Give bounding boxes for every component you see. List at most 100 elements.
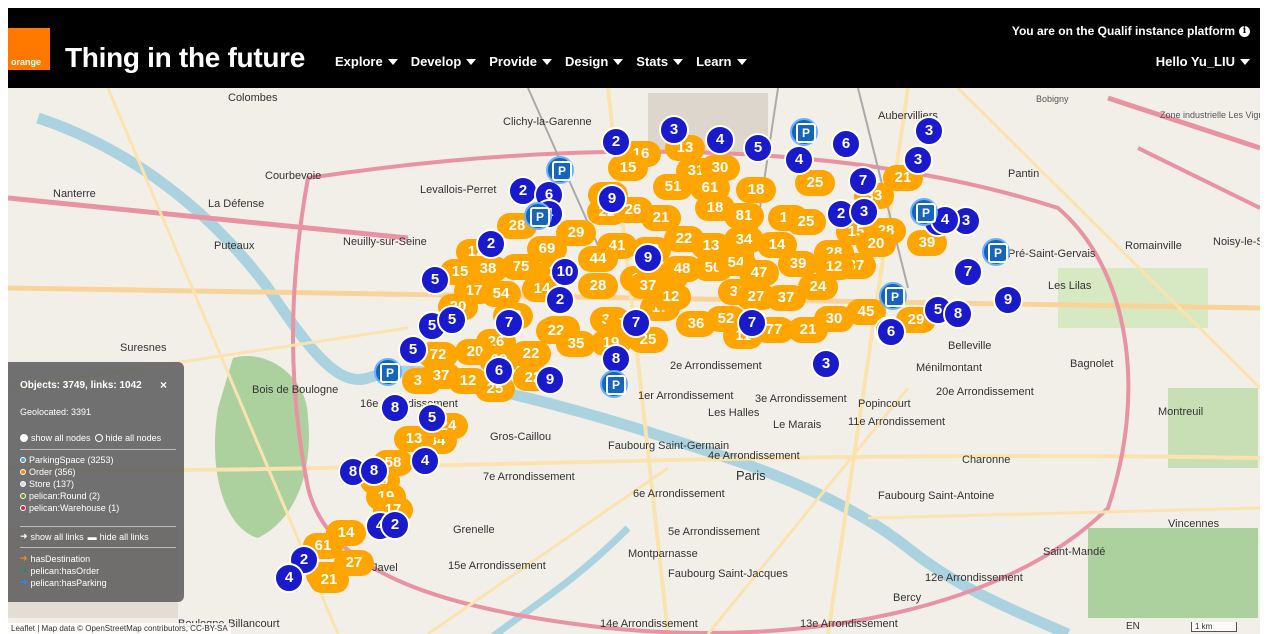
parking-cluster-marker[interactable]: 5 [417, 403, 447, 433]
caret-down-icon [541, 58, 552, 65]
parking-cluster-marker[interactable]: 4 [410, 446, 440, 476]
link-type-label: pelican:hasParking [30, 577, 107, 588]
parking-cluster-marker[interactable]: 5 [743, 133, 773, 163]
dash-icon[interactable]: ▬ [88, 532, 97, 542]
order-cluster-marker[interactable]: 81 [724, 203, 764, 229]
menu-provide[interactable]: Provide [489, 54, 552, 69]
parking-icon[interactable]: P [879, 282, 907, 310]
parking-icon[interactable]: P [546, 156, 574, 184]
order-cluster-marker[interactable]: 30 [814, 306, 854, 332]
parking-cluster-marker[interactable]: 7 [621, 308, 651, 338]
caret-down-icon [387, 58, 398, 65]
order-cluster-marker[interactable]: 12 [651, 284, 691, 310]
parking-cluster-marker[interactable]: 2 [601, 127, 631, 157]
parking-cluster-marker[interactable]: 7 [953, 257, 983, 287]
place-label: Noisy-le-Sec [1213, 236, 1260, 248]
menu-label: Provide [489, 54, 537, 69]
link-type-item[interactable]: ➜ pelican:hasOrder [20, 565, 99, 576]
menu-develop[interactable]: Develop [411, 54, 477, 69]
order-cluster-marker[interactable]: 29 [556, 220, 596, 246]
hide-nodes-radio[interactable] [94, 434, 103, 442]
parking-cluster-marker[interactable]: 8 [380, 393, 410, 423]
geolocated-count: Geolocated: 3391 [20, 407, 92, 417]
menu-design[interactable]: Design [565, 54, 624, 69]
link-type-label: hasDestination [30, 553, 91, 564]
parking-icon[interactable]: P [982, 238, 1010, 266]
parking-cluster-marker[interactable]: 4 [705, 125, 735, 155]
link-type-item[interactable]: ➜ hasDestination [20, 553, 90, 564]
caret-down-icon [736, 58, 747, 65]
user-menu[interactable]: Hello Yu_LIU [1156, 54, 1250, 69]
link-type-item[interactable]: ➜ pelican:hasParking [20, 577, 107, 588]
order-cluster-marker[interactable]: 35 [556, 331, 596, 357]
node-type-item[interactable]: Store (137) [20, 479, 74, 489]
parking-cluster-marker[interactable]: 10 [550, 257, 580, 287]
order-cluster-marker[interactable]: 25 [786, 209, 826, 235]
parking-cluster-marker[interactable]: 3 [811, 349, 841, 379]
parking-icon[interactable]: P [600, 370, 628, 398]
parking-cluster-marker[interactable]: 9 [633, 243, 663, 273]
parking-cluster-marker[interactable]: 7 [494, 308, 524, 338]
map-view[interactable]: Colombes Clichy-la-Garenne Nanterre Courbev… [8, 88, 1260, 634]
parking-cluster-marker[interactable]: 2 [545, 285, 575, 315]
order-cluster-marker[interactable]: 21 [309, 567, 349, 593]
order-cluster-marker[interactable]: 28 [578, 273, 618, 299]
parking-cluster-marker[interactable]: 4 [784, 145, 814, 175]
arrow-right-icon[interactable]: ➜ [20, 531, 28, 542]
order-cluster-marker[interactable]: 12 [814, 254, 854, 280]
parking-cluster-marker[interactable]: 8 [943, 299, 973, 329]
hide-links-label[interactable]: hide all links [100, 532, 149, 542]
parking-cluster-marker[interactable]: 5 [437, 305, 467, 335]
place-label: Levallois-Perret [420, 184, 497, 196]
parking-cluster-marker[interactable]: 2 [476, 229, 506, 259]
parking-cluster-marker[interactable]: 9 [535, 365, 565, 395]
order-cluster-marker[interactable]: 15 [608, 155, 648, 181]
map-attribution[interactable]: Leaflet | Map data © OpenStreetMap contr… [8, 623, 231, 634]
node-type-item[interactable]: pelican:Round (2) [20, 491, 100, 501]
show-links-label[interactable]: show all links [31, 532, 84, 542]
parking-cluster-marker[interactable]: 7 [737, 308, 767, 338]
parking-icon[interactable]: P [790, 118, 818, 146]
place-label: Les Lilas [1048, 280, 1092, 292]
menu-explore[interactable]: Explore [335, 54, 398, 69]
parking-cluster-marker[interactable]: 9 [597, 184, 627, 214]
menu-stats[interactable]: Stats [636, 54, 684, 69]
show-nodes-label[interactable]: show all nodes [31, 433, 91, 443]
parking-cluster-marker[interactable]: 6 [876, 317, 906, 347]
parking-cluster-marker[interactable]: 5 [420, 265, 450, 295]
parking-icon[interactable]: P [910, 198, 938, 226]
parking-letter: P [530, 207, 550, 227]
place-label: La Défense [208, 198, 265, 210]
node-type-item[interactable]: Order (356) [20, 467, 76, 477]
parking-cluster-marker[interactable]: 7 [848, 166, 878, 196]
brand-title[interactable]: Thing in the future [65, 42, 305, 74]
node-type-item[interactable]: ParkingSpace (3253) [20, 455, 114, 465]
hide-nodes-label[interactable]: hide all nodes [106, 433, 162, 443]
order-cluster-marker[interactable]: 51 [653, 174, 693, 200]
parking-cluster-marker[interactable]: 9 [993, 285, 1023, 315]
menu-learn[interactable]: Learn [696, 54, 747, 69]
close-icon[interactable]: × [160, 378, 167, 392]
parking-icon[interactable]: P [374, 358, 402, 386]
show-nodes-radio[interactable] [20, 434, 28, 442]
orange-logo[interactable]: orange [8, 28, 50, 70]
parking-cluster-marker[interactable]: 4 [274, 563, 304, 593]
language-selector[interactable]: EN [1126, 621, 1140, 632]
parking-cluster-marker[interactable]: 6 [831, 129, 861, 159]
order-cluster-marker[interactable]: 18 [736, 177, 776, 203]
info-icon[interactable]: i [1239, 25, 1250, 37]
place-label: Grenelle [453, 524, 495, 536]
instance-notice-text: You are on the Qualif instance platform [1011, 24, 1235, 38]
parking-cluster-marker[interactable]: 3 [849, 197, 879, 227]
parking-cluster-marker[interactable]: 3 [903, 145, 933, 175]
order-cluster-marker[interactable]: 44 [578, 246, 618, 272]
order-cluster-marker[interactable]: 22 [511, 341, 551, 367]
parking-icon[interactable]: P [524, 202, 552, 230]
parking-cluster-marker[interactable]: 6 [484, 356, 514, 386]
parking-cluster-marker[interactable]: 5 [398, 335, 428, 365]
parking-cluster-marker[interactable]: 3 [659, 115, 689, 145]
parking-cluster-marker[interactable]: 3 [914, 116, 944, 146]
parking-cluster-marker[interactable]: 8 [359, 456, 389, 486]
node-type-item[interactable]: pelican:Warehouse (1) [20, 503, 119, 513]
parking-cluster-marker[interactable]: 2 [380, 510, 410, 540]
